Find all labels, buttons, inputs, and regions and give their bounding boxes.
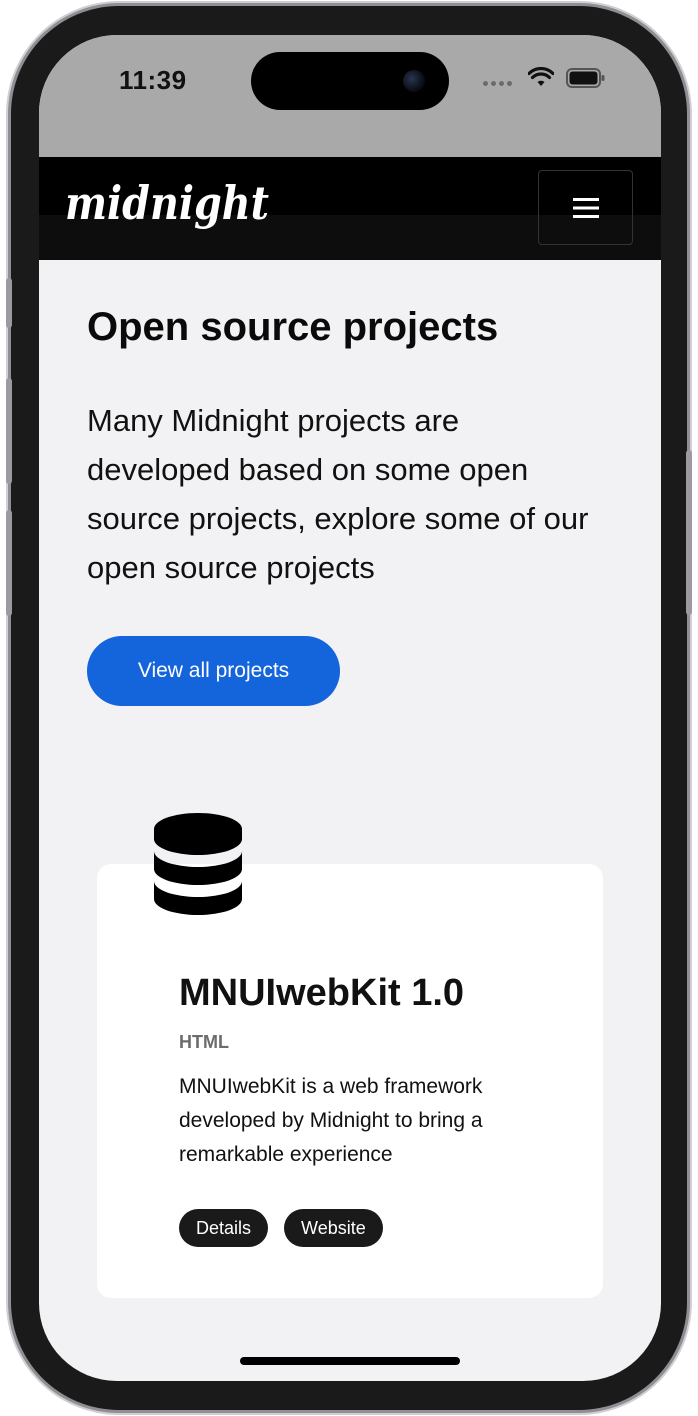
wifi-icon: [528, 67, 554, 86]
project-actions: Details Website: [179, 1209, 383, 1247]
view-all-projects-button[interactable]: View all projects: [87, 636, 340, 706]
status-bar: 11:39: [39, 35, 661, 157]
project-card: MNUIwebKit 1.0 HTML MNUIwebKit is a web …: [97, 864, 603, 1298]
svg-text:midnight: midnight: [65, 176, 269, 230]
project-description: MNUIwebKit is a web framework developed …: [179, 1075, 483, 1166]
database-icon: [154, 813, 242, 915]
page-title: Open source projects: [87, 305, 499, 349]
phone-screen: 11:39 midnight Open source projects Many…: [39, 35, 661, 1381]
brand-logo[interactable]: midnight: [63, 169, 273, 239]
section-description: Many Midnight projects are developed bas…: [87, 403, 589, 585]
signal-dots-icon: [483, 81, 512, 86]
menu-button[interactable]: [538, 170, 633, 245]
project-title: MNUIwebKit 1.0: [179, 972, 465, 1014]
status-time: 11:39: [119, 65, 187, 95]
camera-icon: [403, 70, 425, 92]
volume-down-button: [6, 510, 12, 616]
project-language-tag: HTML: [179, 1032, 229, 1052]
website-button[interactable]: Website: [284, 1209, 383, 1247]
dynamic-island: [251, 52, 449, 110]
details-button[interactable]: Details: [179, 1209, 269, 1247]
navbar: midnight: [39, 157, 661, 260]
power-button: [686, 450, 692, 615]
battery-icon: [566, 68, 605, 88]
hamburger-menu-icon: [572, 197, 599, 218]
volume-up-button: [6, 378, 12, 484]
action-button: [6, 278, 12, 328]
home-indicator[interactable]: [240, 1357, 460, 1365]
